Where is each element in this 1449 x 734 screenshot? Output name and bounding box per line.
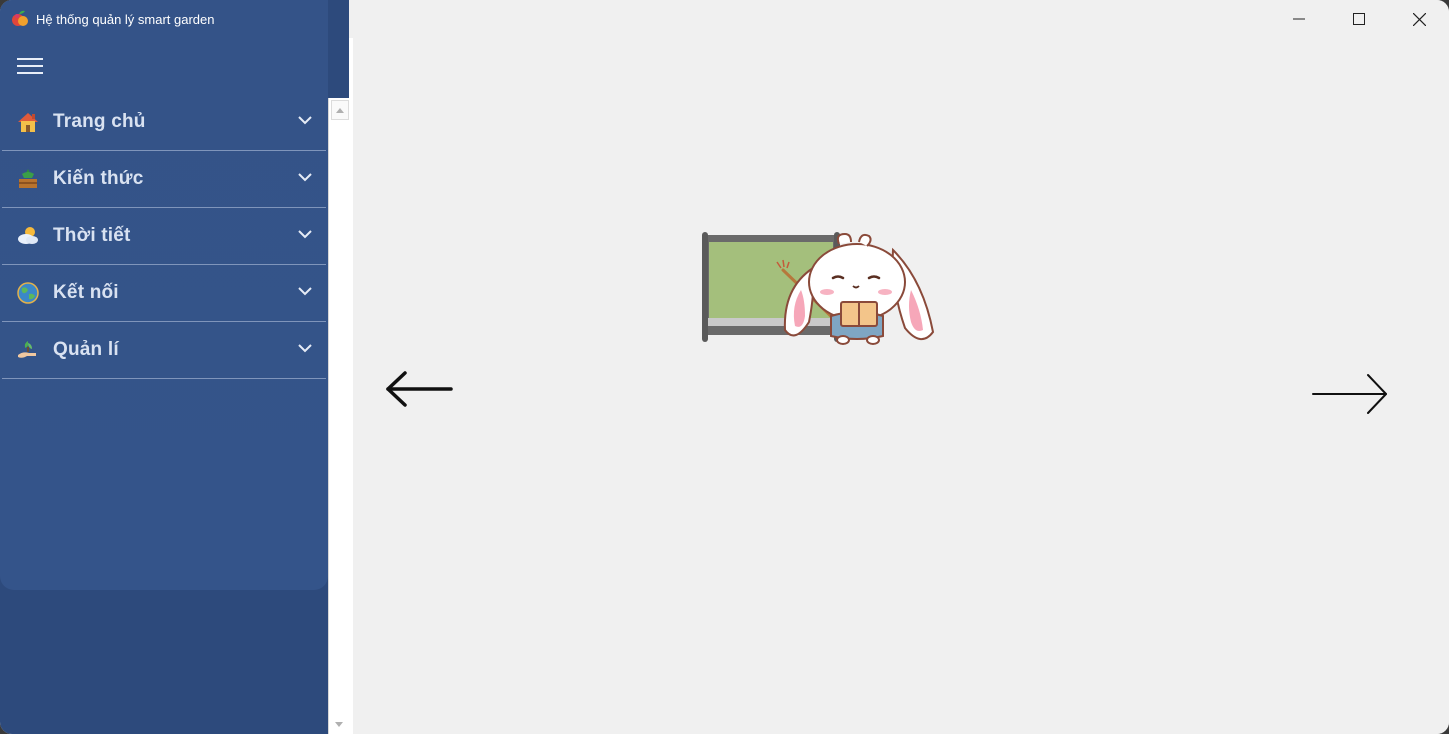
sidebar-scrollbar[interactable]	[328, 98, 349, 734]
sidebar-item-quan-li[interactable]: Quản lí	[2, 322, 326, 379]
chevron-down-icon[interactable]	[298, 286, 312, 296]
chevron-down-icon[interactable]	[298, 172, 312, 182]
weather-cloud-sun-icon	[18, 227, 38, 244]
arrow-left-icon[interactable]	[385, 370, 455, 408]
sidebar-item-label: Trang chủ	[53, 111, 146, 132]
maximize-button[interactable]	[1329, 0, 1389, 38]
scroll-up-arrow-icon[interactable]	[331, 100, 349, 120]
chevron-down-icon[interactable]	[298, 229, 312, 239]
sidebar-item-label: Quản lí	[53, 339, 119, 360]
hand-plant-icon	[18, 341, 36, 358]
window-title: Hệ thống quản lý smart garden	[36, 11, 215, 27]
sidebar-item-label: Thời tiết	[53, 225, 131, 246]
globe-icon	[17, 282, 39, 304]
chevron-down-icon[interactable]	[298, 343, 312, 353]
sidebar-item-label: Kiến thức	[53, 168, 144, 189]
close-button[interactable]	[1389, 0, 1449, 38]
plant-basket-icon	[19, 169, 37, 188]
scroll-down-arrow-icon[interactable]	[331, 716, 347, 734]
title-bar: Hệ thống quản lý smart garden	[10, 8, 215, 30]
sidebar-item-kien-thuc[interactable]: Kiến thức	[2, 151, 326, 208]
arrow-right-icon[interactable]	[1310, 372, 1390, 416]
sidebar-item-ket-noi[interactable]: Kết nối	[2, 265, 326, 322]
hamburger-menu-icon[interactable]	[17, 58, 43, 76]
minimize-button[interactable]	[1269, 0, 1329, 38]
bunny-teacher-illustration	[699, 230, 941, 348]
app-window: Hệ thống quản lý smart garden Trang chủ	[0, 0, 1449, 734]
minimize-icon	[1293, 18, 1305, 20]
close-icon	[1412, 12, 1426, 26]
window-controls	[1269, 0, 1449, 38]
sidebar-item-trang-chu[interactable]: Trang chủ	[2, 94, 326, 151]
sidebar: Hệ thống quản lý smart garden Trang chủ	[0, 0, 349, 734]
main-content	[353, 0, 1449, 734]
chevron-down-icon[interactable]	[298, 115, 312, 125]
sidebar-item-thoi-tiet[interactable]: Thời tiết	[2, 208, 326, 265]
app-logo-icon	[12, 10, 28, 26]
sidebar-menu: Trang chủ Kiến thức Thời tiết Kết nối Qu…	[2, 94, 326, 379]
house-icon	[18, 113, 38, 132]
maximize-icon	[1353, 13, 1365, 25]
sidebar-item-label: Kết nối	[53, 282, 119, 303]
